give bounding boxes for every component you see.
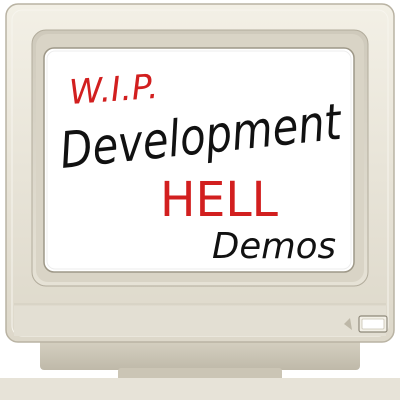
power-button-icon[interactable] (358, 315, 388, 333)
monitor-control-panel (14, 303, 388, 336)
screen-line-demos: Demos (212, 226, 336, 267)
crt-monitor-scene: W.I.P. Development HELL Demos (0, 0, 400, 400)
screen-line-hell: HELL (160, 172, 278, 228)
screen-line-wip: W.I.P. (68, 67, 160, 113)
monitor-stand (0, 338, 400, 400)
crt-monitor: W.I.P. Development HELL Demos (0, 3, 400, 400)
